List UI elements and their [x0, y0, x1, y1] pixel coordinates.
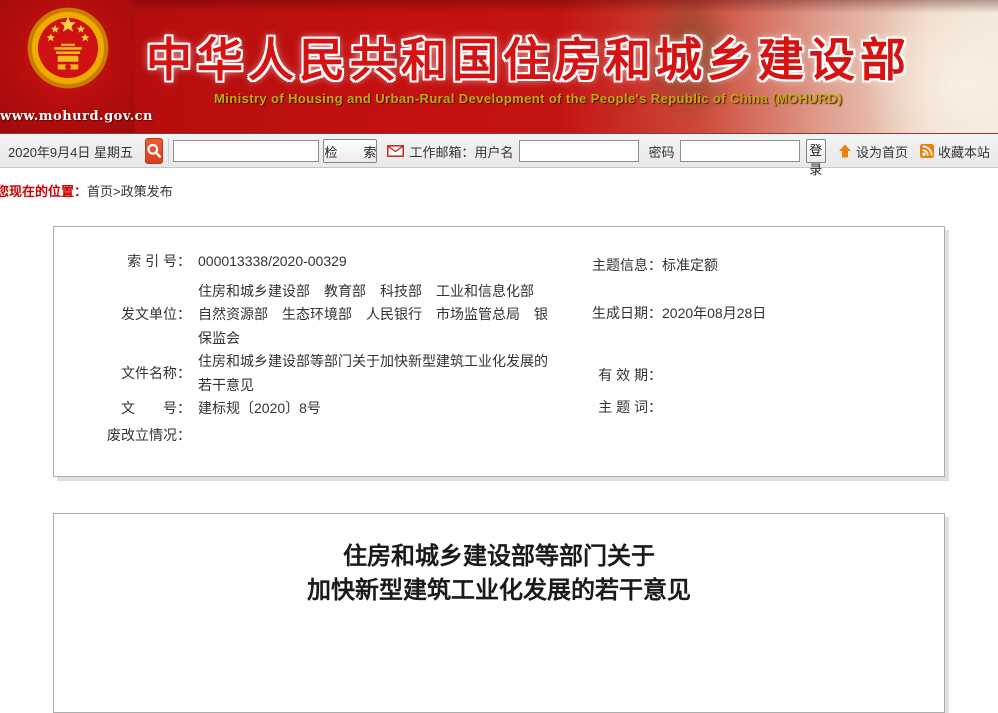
article-title-line2: 加快新型建筑工业化发展的若干意见	[54, 574, 944, 608]
keywords-row: 主 题 词：	[578, 396, 662, 420]
national-emblem-icon	[25, 5, 111, 91]
index-number-label: 索 引 号：	[54, 250, 191, 274]
password-label: 密码	[649, 142, 675, 161]
toolbar: 2020年9月4日 星期五 检 索 工作邮箱：用户名 密码 登录 设为首页	[0, 134, 998, 168]
login-button[interactable]: 登录	[806, 139, 826, 163]
bookmark-link[interactable]: 收藏本站	[938, 142, 990, 161]
site-title: 中华人民共和国住房和城乡建设部	[146, 24, 911, 90]
username-input[interactable]	[519, 140, 639, 162]
article-card: 住房和城乡建设部等部门关于 加快新型建筑工业化发展的若干意见	[53, 513, 945, 713]
document-info-left-column: 索 引 号： 000013338/2020-00329 发文单位： 住房和城乡建…	[54, 227, 554, 476]
breadcrumb: 您现在的位置：首页>政策发布	[0, 168, 998, 226]
topic-info-row: 主题信息：标准定额	[578, 254, 718, 278]
mail-login-label: 工作邮箱：用户名	[409, 142, 513, 161]
site-title-english: Ministry of Housing and Urban-Rural Deve…	[214, 91, 842, 106]
mail-icon	[387, 145, 404, 157]
article-title-line1: 住房和城乡建设部等部门关于	[54, 540, 944, 574]
document-title-value: 住房和城乡建设部等部门关于加快新型建筑工业化发展的若干意见	[198, 350, 554, 397]
document-info-card: 索 引 号： 000013338/2020-00329 发文单位： 住房和城乡建…	[53, 226, 945, 477]
article-title: 住房和城乡建设部等部门关于 加快新型建筑工业化发展的若干意见	[54, 540, 944, 608]
validity-row: 有 效 期：	[578, 364, 662, 388]
topic-info-label: 主题信息：	[578, 254, 662, 278]
keywords-label: 主 题 词：	[578, 396, 662, 420]
breadcrumb-prefix: 您现在的位置：	[0, 184, 87, 199]
document-number-label: 文 号：	[54, 397, 191, 421]
topic-info-value: 标准定额	[662, 257, 718, 273]
repeal-status-label: 废改立情况：	[54, 424, 191, 448]
index-number-value: 000013338/2020-00329	[198, 250, 554, 274]
logo-panel[interactable]: www.mohurd.gov.cn	[0, 0, 135, 133]
document-title-label: 文件名称：	[54, 362, 191, 386]
issuing-agency-row: 发文单位： 住房和城乡建设部 教育部 科技部 工业和信息化部 自然资源部 生态环…	[54, 280, 554, 351]
generation-date-value: 2020年08月28日	[662, 305, 766, 321]
index-number-row: 索 引 号： 000013338/2020-00329	[54, 250, 554, 274]
rss-bookmark-icon	[920, 144, 934, 158]
issuing-agency-label: 发文单位：	[54, 303, 191, 327]
document-number-value: 建标规〔2020〕8号	[198, 397, 554, 421]
set-homepage-link[interactable]: 设为首页	[856, 142, 908, 161]
repeal-status-row: 废改立情况：	[54, 424, 554, 448]
set-homepage-icon	[838, 144, 852, 158]
document-number-row: 文 号： 建标规〔2020〕8号	[54, 397, 554, 421]
generation-date-row: 生成日期：2020年08月28日	[578, 302, 766, 326]
search-input[interactable]	[173, 140, 319, 162]
search-button[interactable]	[145, 138, 163, 164]
generation-date-label: 生成日期：	[578, 302, 662, 326]
password-input[interactable]	[680, 140, 800, 162]
document-info-right-column: 主题信息：标准定额 生成日期：2020年08月28日 有 效 期： 主 题 词：	[554, 227, 944, 476]
site-header: www.mohurd.gov.cn 中华人民共和国住房和城乡建设部 Minist…	[0, 0, 998, 134]
current-date: 2020年9月4日 星期五	[8, 142, 133, 161]
issuing-agency-value: 住房和城乡建设部 教育部 科技部 工业和信息化部 自然资源部 生态环境部 人民银…	[198, 280, 554, 351]
retrieve-button[interactable]: 检 索	[323, 139, 377, 163]
toolbar-quick-links: 设为首页 收藏本站	[826, 142, 990, 161]
validity-label: 有 效 期：	[578, 364, 662, 388]
search-icon	[146, 143, 162, 159]
site-url: www.mohurd.gov.cn	[0, 109, 135, 124]
document-title-row: 文件名称： 住房和城乡建设部等部门关于加快新型建筑工业化发展的若干意见	[54, 350, 554, 397]
breadcrumb-path[interactable]: 首页>政策发布	[87, 184, 173, 199]
